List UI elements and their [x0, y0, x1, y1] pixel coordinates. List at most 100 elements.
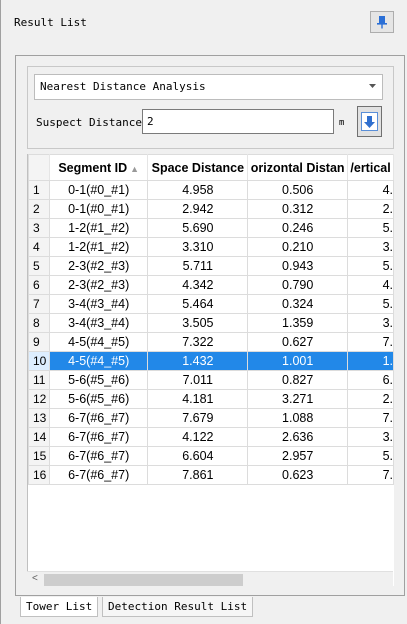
cell-horizontal-distance[interactable]: 0.506 [247, 180, 349, 200]
cell-space-distance[interactable]: 5.711 [147, 256, 249, 276]
cell-horizontal-distance[interactable]: 0.943 [247, 256, 349, 276]
cell-horizontal-distance[interactable]: 3.271 [247, 389, 349, 409]
row-number[interactable]: 5 [28, 256, 50, 276]
cell-space-distance[interactable]: 7.011 [147, 370, 249, 390]
cell-vertical-distance[interactable]: 2. [347, 199, 394, 219]
cell-vertical-distance[interactable]: 5. [347, 218, 394, 238]
cell-vertical-distance[interactable]: 7. [347, 465, 394, 485]
cell-space-distance[interactable]: 6.604 [147, 446, 249, 466]
cell-space-distance[interactable]: 2.942 [147, 199, 249, 219]
cell-space-distance[interactable]: 1.432 [147, 351, 249, 371]
cell-space-distance[interactable]: 7.679 [147, 408, 249, 428]
cell-segment-id[interactable]: 6-7(#6_#7) [48, 427, 149, 447]
apply-distance-button[interactable] [357, 106, 382, 137]
table-row[interactable]: 10 4-5(#4_#5) 1.432 1.001 1. [28, 351, 394, 371]
cell-segment-id[interactable]: 0-1(#0_#1) [48, 199, 149, 219]
cell-vertical-distance[interactable]: 1. [347, 351, 394, 371]
table-row[interactable]: 1 0-1(#0_#1) 4.958 0.506 4. [28, 180, 394, 200]
cell-vertical-distance[interactable]: 6. [347, 370, 394, 390]
row-number[interactable]: 3 [28, 218, 50, 238]
cell-horizontal-distance[interactable]: 0.324 [247, 294, 349, 314]
row-number[interactable]: 9 [28, 332, 50, 352]
column-header-vertical-distance[interactable]: /ertical [347, 154, 394, 181]
column-header-segment-id[interactable]: Segment ID ▲ [48, 154, 149, 181]
cell-segment-id[interactable]: 6-7(#6_#7) [48, 465, 149, 485]
cell-vertical-distance[interactable]: 3. [347, 427, 394, 447]
scrollbar-thumb[interactable] [44, 574, 243, 586]
cell-horizontal-distance[interactable]: 1.359 [247, 313, 349, 333]
row-number[interactable]: 13 [28, 408, 50, 428]
table-row[interactable]: 15 6-7(#6_#7) 6.604 2.957 5. [28, 446, 394, 466]
cell-space-distance[interactable]: 7.322 [147, 332, 249, 352]
cell-segment-id[interactable]: 5-6(#5_#6) [48, 389, 149, 409]
row-number[interactable]: 11 [28, 370, 50, 390]
pin-button[interactable] [370, 11, 394, 33]
row-number[interactable]: 7 [28, 294, 50, 314]
row-number[interactable]: 8 [28, 313, 50, 333]
cell-vertical-distance[interactable]: 4. [347, 275, 394, 295]
cell-vertical-distance[interactable]: 7. [347, 332, 394, 352]
cell-segment-id[interactable]: 4-5(#4_#5) [48, 332, 149, 352]
table-row[interactable]: 14 6-7(#6_#7) 4.122 2.636 3. [28, 427, 394, 447]
cell-space-distance[interactable]: 4.181 [147, 389, 249, 409]
suspect-distance-input[interactable]: 2 [142, 109, 334, 134]
cell-segment-id[interactable]: 0-1(#0_#1) [48, 180, 149, 200]
table-row[interactable]: 16 6-7(#6_#7) 7.861 0.623 7. [28, 465, 394, 485]
table-row[interactable]: 5 2-3(#2_#3) 5.711 0.943 5. [28, 256, 394, 276]
cell-segment-id[interactable]: 3-4(#3_#4) [48, 294, 149, 314]
cell-vertical-distance[interactable]: 7. [347, 408, 394, 428]
tab-tower-list[interactable]: Tower List [20, 597, 99, 617]
horizontal-scrollbar[interactable]: < [27, 571, 393, 588]
row-number[interactable]: 15 [28, 446, 50, 466]
row-number[interactable]: 12 [28, 389, 50, 409]
cell-horizontal-distance[interactable]: 2.636 [247, 427, 349, 447]
cell-segment-id[interactable]: 1-2(#1_#2) [48, 218, 149, 238]
cell-vertical-distance[interactable]: 2. [347, 389, 394, 409]
cell-horizontal-distance[interactable]: 0.623 [247, 465, 349, 485]
table-row[interactable]: 9 4-5(#4_#5) 7.322 0.627 7. [28, 332, 394, 352]
cell-segment-id[interactable]: 6-7(#6_#7) [48, 446, 149, 466]
cell-horizontal-distance[interactable]: 1.001 [247, 351, 349, 371]
row-number[interactable]: 2 [28, 199, 50, 219]
tab-detection-result-list[interactable]: Detection Result List [102, 597, 254, 617]
table-row[interactable]: 3 1-2(#1_#2) 5.690 0.246 5. [28, 218, 394, 238]
analysis-type-dropdown[interactable]: Nearest Distance Analysis [34, 74, 383, 100]
cell-space-distance[interactable]: 5.690 [147, 218, 249, 238]
table-row[interactable]: 8 3-4(#3_#4) 3.505 1.359 3. [28, 313, 394, 333]
cell-horizontal-distance[interactable]: 0.790 [247, 275, 349, 295]
cell-space-distance[interactable]: 4.958 [147, 180, 249, 200]
cell-horizontal-distance[interactable]: 0.246 [247, 218, 349, 238]
row-number[interactable]: 16 [28, 465, 50, 485]
cell-vertical-distance[interactable]: 3. [347, 313, 394, 333]
scroll-left-icon[interactable]: < [32, 573, 38, 584]
cell-horizontal-distance[interactable]: 1.088 [247, 408, 349, 428]
cell-horizontal-distance[interactable]: 0.827 [247, 370, 349, 390]
cell-space-distance[interactable]: 5.464 [147, 294, 249, 314]
cell-segment-id[interactable]: 5-6(#5_#6) [48, 370, 149, 390]
cell-segment-id[interactable]: 2-3(#2_#3) [48, 256, 149, 276]
cell-segment-id[interactable]: 6-7(#6_#7) [48, 408, 149, 428]
cell-space-distance[interactable]: 3.310 [147, 237, 249, 257]
table-row[interactable]: 4 1-2(#1_#2) 3.310 0.210 3. [28, 237, 394, 257]
table-row[interactable]: 13 6-7(#6_#7) 7.679 1.088 7. [28, 408, 394, 428]
cell-segment-id[interactable]: 3-4(#3_#4) [48, 313, 149, 333]
cell-horizontal-distance[interactable]: 2.957 [247, 446, 349, 466]
row-number[interactable]: 4 [28, 237, 50, 257]
cell-segment-id[interactable]: 4-5(#4_#5) [48, 351, 149, 371]
cell-vertical-distance[interactable]: 5. [347, 256, 394, 276]
table-row[interactable]: 7 3-4(#3_#4) 5.464 0.324 5. [28, 294, 394, 314]
cell-segment-id[interactable]: 2-3(#2_#3) [48, 275, 149, 295]
table-row[interactable]: 12 5-6(#5_#6) 4.181 3.271 2. [28, 389, 394, 409]
cell-space-distance[interactable]: 4.342 [147, 275, 249, 295]
row-number[interactable]: 14 [28, 427, 50, 447]
cell-vertical-distance[interactable]: 4. [347, 180, 394, 200]
table-row[interactable]: 2 0-1(#0_#1) 2.942 0.312 2. [28, 199, 394, 219]
cell-vertical-distance[interactable]: 5. [347, 294, 394, 314]
column-header-horizontal-distance[interactable]: orizontal Distan [247, 154, 349, 181]
column-header-space-distance[interactable]: Space Distance [147, 154, 249, 181]
cell-horizontal-distance[interactable]: 0.312 [247, 199, 349, 219]
row-number[interactable]: 1 [28, 180, 50, 200]
table-row[interactable]: 6 2-3(#2_#3) 4.342 0.790 4. [28, 275, 394, 295]
cell-horizontal-distance[interactable]: 0.210 [247, 237, 349, 257]
cell-space-distance[interactable]: 3.505 [147, 313, 249, 333]
